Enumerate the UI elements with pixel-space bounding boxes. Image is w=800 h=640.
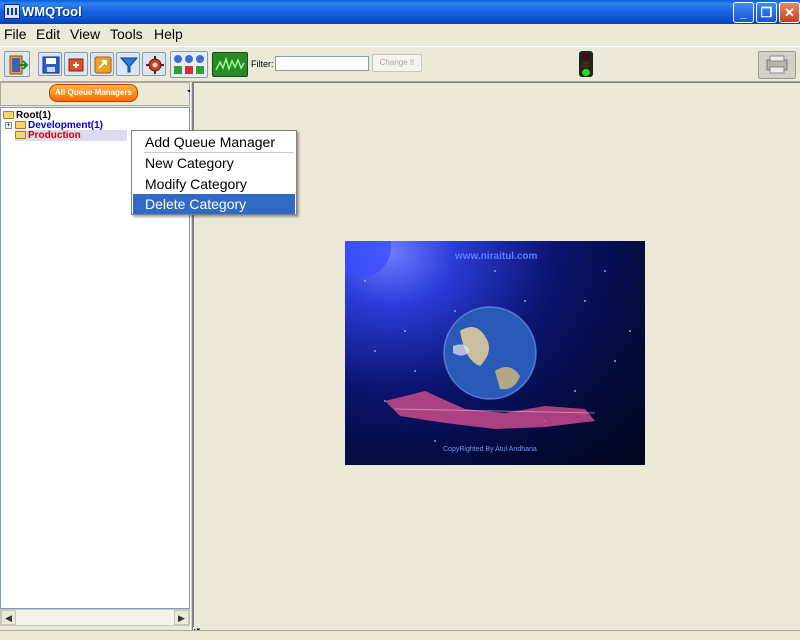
minimize-button[interactable]: _ (733, 2, 754, 23)
menu-file[interactable]: File (4, 26, 27, 42)
tree-node-production[interactable]: Production (15, 130, 127, 141)
menu-edit[interactable]: Edit (36, 26, 60, 42)
refresh-button[interactable] (90, 52, 114, 76)
app-window: WMQTool _ ❐ ✕ File Edit View Tools Help (0, 0, 800, 640)
connect-icon (68, 58, 84, 72)
folder-icon (15, 131, 26, 140)
refresh-icon (94, 56, 112, 74)
filter-input[interactable] (275, 56, 369, 71)
filter-button[interactable] (116, 52, 140, 76)
menu-item-delete-category[interactable]: Delete Category (133, 194, 295, 214)
context-menu: Add Queue Manager New Category Modify Ca… (131, 130, 297, 215)
horizontal-scrollbar[interactable]: ◀ ▶ (0, 609, 190, 626)
exit-icon (9, 55, 29, 75)
expand-development-icon[interactable]: + (5, 122, 12, 129)
title-bar[interactable]: WMQTool _ ❐ ✕ (0, 0, 800, 24)
menu-view[interactable]: View (70, 26, 100, 42)
tree-node-label: Production (28, 130, 81, 141)
menu-bar: File Edit View Tools Help (0, 24, 800, 45)
monitor-graph-icon (215, 56, 245, 72)
change-it-button[interactable]: Change It (372, 54, 422, 72)
menu-item-modify-category[interactable]: Modify Category (133, 174, 295, 194)
toolbar: Filter: Change It (0, 46, 800, 82)
menu-help[interactable]: Help (154, 26, 183, 42)
starfield-graphic (345, 241, 631, 442)
all-queue-managers-button[interactable]: All Queue Managers (49, 84, 138, 102)
settings-icon (146, 56, 164, 74)
menu-tools[interactable]: Tools (110, 26, 143, 42)
splash-image: www.niraitul.com CopyRighted By Atul And… (345, 241, 645, 465)
exit-button[interactable] (4, 51, 30, 77)
splash-copyright: CopyRighted By Atul Andharia (443, 446, 537, 453)
print-icon (766, 55, 788, 74)
status-bar (0, 630, 800, 640)
settings-button[interactable] (142, 52, 166, 76)
filter-icon (119, 57, 139, 73)
monitor-graph-button[interactable] (212, 52, 248, 77)
filter-label: Filter: (251, 59, 274, 69)
status-grid-icon (174, 55, 204, 74)
folder-icon (15, 121, 26, 130)
app-icon (4, 4, 20, 19)
maximize-button[interactable]: ❐ (756, 2, 777, 23)
save-icon (42, 56, 60, 74)
close-button[interactable]: ✕ (779, 2, 800, 23)
scroll-right-icon[interactable]: ▶ (174, 610, 189, 625)
folder-open-icon (3, 111, 14, 120)
window-title: WMQTool (22, 4, 82, 19)
menu-item-add-queue-manager[interactable]: Add Queue Manager (133, 132, 295, 152)
scroll-left-icon[interactable]: ◀ (1, 610, 16, 625)
print-button[interactable] (758, 51, 796, 79)
splash-url: www.niraitul.com (455, 251, 538, 262)
menu-item-new-category[interactable]: New Category (133, 153, 295, 173)
traffic-light-icon (579, 51, 593, 77)
connect-button[interactable] (64, 52, 88, 76)
save-button[interactable] (38, 52, 62, 76)
status-grid-button[interactable] (170, 51, 208, 78)
